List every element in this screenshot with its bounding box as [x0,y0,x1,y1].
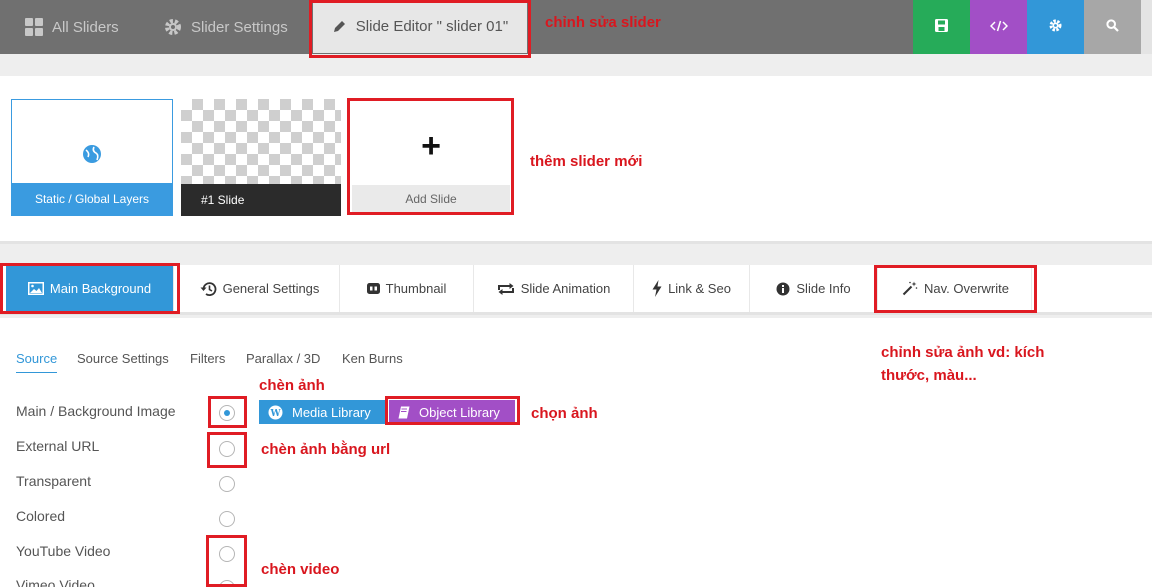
nav-all-sliders[interactable]: All Sliders [25,0,119,54]
subtab-parallax-3d[interactable]: Parallax / 3D [246,351,320,366]
nav-slider-settings[interactable]: Slider Settings [164,0,288,54]
history-icon [200,281,217,297]
tab-main-background[interactable]: Main Background [6,265,174,312]
option-label-transparent: Transparent [16,473,91,489]
add-slide-button[interactable]: + Add Slide [352,101,510,213]
wordpress-icon: W [268,405,283,420]
subtab-source-settings[interactable]: Source Settings [77,351,169,366]
floppy-icon [935,19,948,35]
slide-1-label: #1 Slide [181,184,341,216]
radio-colored[interactable] [219,511,235,527]
pencil-icon [332,19,347,34]
search-button[interactable] [1084,0,1141,54]
annotation-edit-image-line1: chỉnh sửa ảnh vd: kích [881,344,1045,361]
annotation-edit-image-line2: thước, màu... [881,367,977,384]
tab-slide-animation-label: Slide Animation [520,281,611,296]
annotation-add-slider: thêm slider mới [530,153,643,170]
subtab-source[interactable]: Source [16,351,58,373]
add-slide-label: Add Slide [352,185,510,213]
bolt-icon [652,280,662,297]
radio-youtube-video[interactable] [219,546,235,562]
thumbnail-icon [366,283,380,294]
book-icon [398,406,410,419]
tab-slide-info[interactable]: Slide Info [750,265,878,312]
tab-general-settings[interactable]: General Settings [180,265,340,312]
static-global-layers-card[interactable]: Static / Global Layers [11,99,173,216]
tab-general-settings-label: General Settings [222,281,320,296]
nav-all-sliders-label: All Sliders [52,18,119,36]
grid-icon [25,18,43,36]
globe-icon [82,144,102,169]
tab-thumbnail[interactable]: Thumbnail [340,265,474,312]
loop-icon [497,282,515,295]
slide-1-card[interactable]: #1 Slide [181,99,341,216]
tab-slide-animation[interactable]: Slide Animation [474,265,634,312]
search-icon [1106,19,1119,35]
static-global-layers-label: Static / Global Layers [12,183,172,215]
annotation-insert-image: chèn ảnh [259,377,325,394]
image-icon [27,282,44,295]
gear-icon [164,18,182,36]
object-library-label: Object Library [419,404,500,420]
info-icon [776,282,790,296]
object-library-button[interactable]: Object Library [389,400,515,424]
save-button[interactable] [913,0,970,54]
tab-thumbnail-label: Thumbnail [385,281,447,296]
annotation-insert-video: chèn video [261,561,340,578]
option-label-youtube-video: YouTube Video [16,543,111,559]
radio-transparent[interactable] [219,476,235,492]
svg-text:W: W [269,409,281,419]
option-label-colored: Colored [16,508,66,524]
annotation-choose-image: chọn ảnh [531,405,598,422]
slide-tabs: Main Background General Settings Thumbna… [0,265,1152,315]
media-library-label: Media Library [292,404,371,420]
nav-slide-editor[interactable]: Slide Editor " slider 01" [313,0,527,53]
tab-slide-info-label: Slide Info [796,281,851,296]
tab-nav-overwrite[interactable]: Nav. Overwrite [880,265,1032,312]
settings-button[interactable] [1027,0,1084,54]
plus-icon: + [421,127,441,165]
option-label-main-background-image: Main / Background Image [16,403,176,419]
code-icon [989,20,1008,35]
radio-external-url[interactable] [219,441,235,457]
annotation-insert-image-url: chèn ảnh bằng url [261,441,391,458]
option-label-vimeo-video: Vimeo Video [16,577,95,587]
gear-icon [1049,19,1062,35]
tab-main-background-label: Main Background [49,281,152,296]
option-label-external-url: External URL [16,438,100,454]
media-library-button[interactable]: W Media Library [259,400,385,424]
subtab-ken-burns[interactable]: Ken Burns [342,351,403,366]
tab-link-seo[interactable]: Link & Seo [634,265,750,312]
subtab-filters[interactable]: Filters [190,351,225,366]
nav-slider-settings-label: Slider Settings [191,18,288,36]
radio-vimeo-video[interactable] [219,580,235,587]
tab-nav-overwrite-label: Nav. Overwrite [924,281,1009,296]
magic-wand-icon [902,281,918,296]
annotation-edit-slider: chỉnh sửa slider [545,14,661,31]
radio-main-background-image[interactable] [219,405,235,421]
tab-link-seo-label: Link & Seo [668,281,731,296]
code-button[interactable] [970,0,1027,54]
nav-slide-editor-label: Slide Editor " slider 01" [355,18,509,35]
